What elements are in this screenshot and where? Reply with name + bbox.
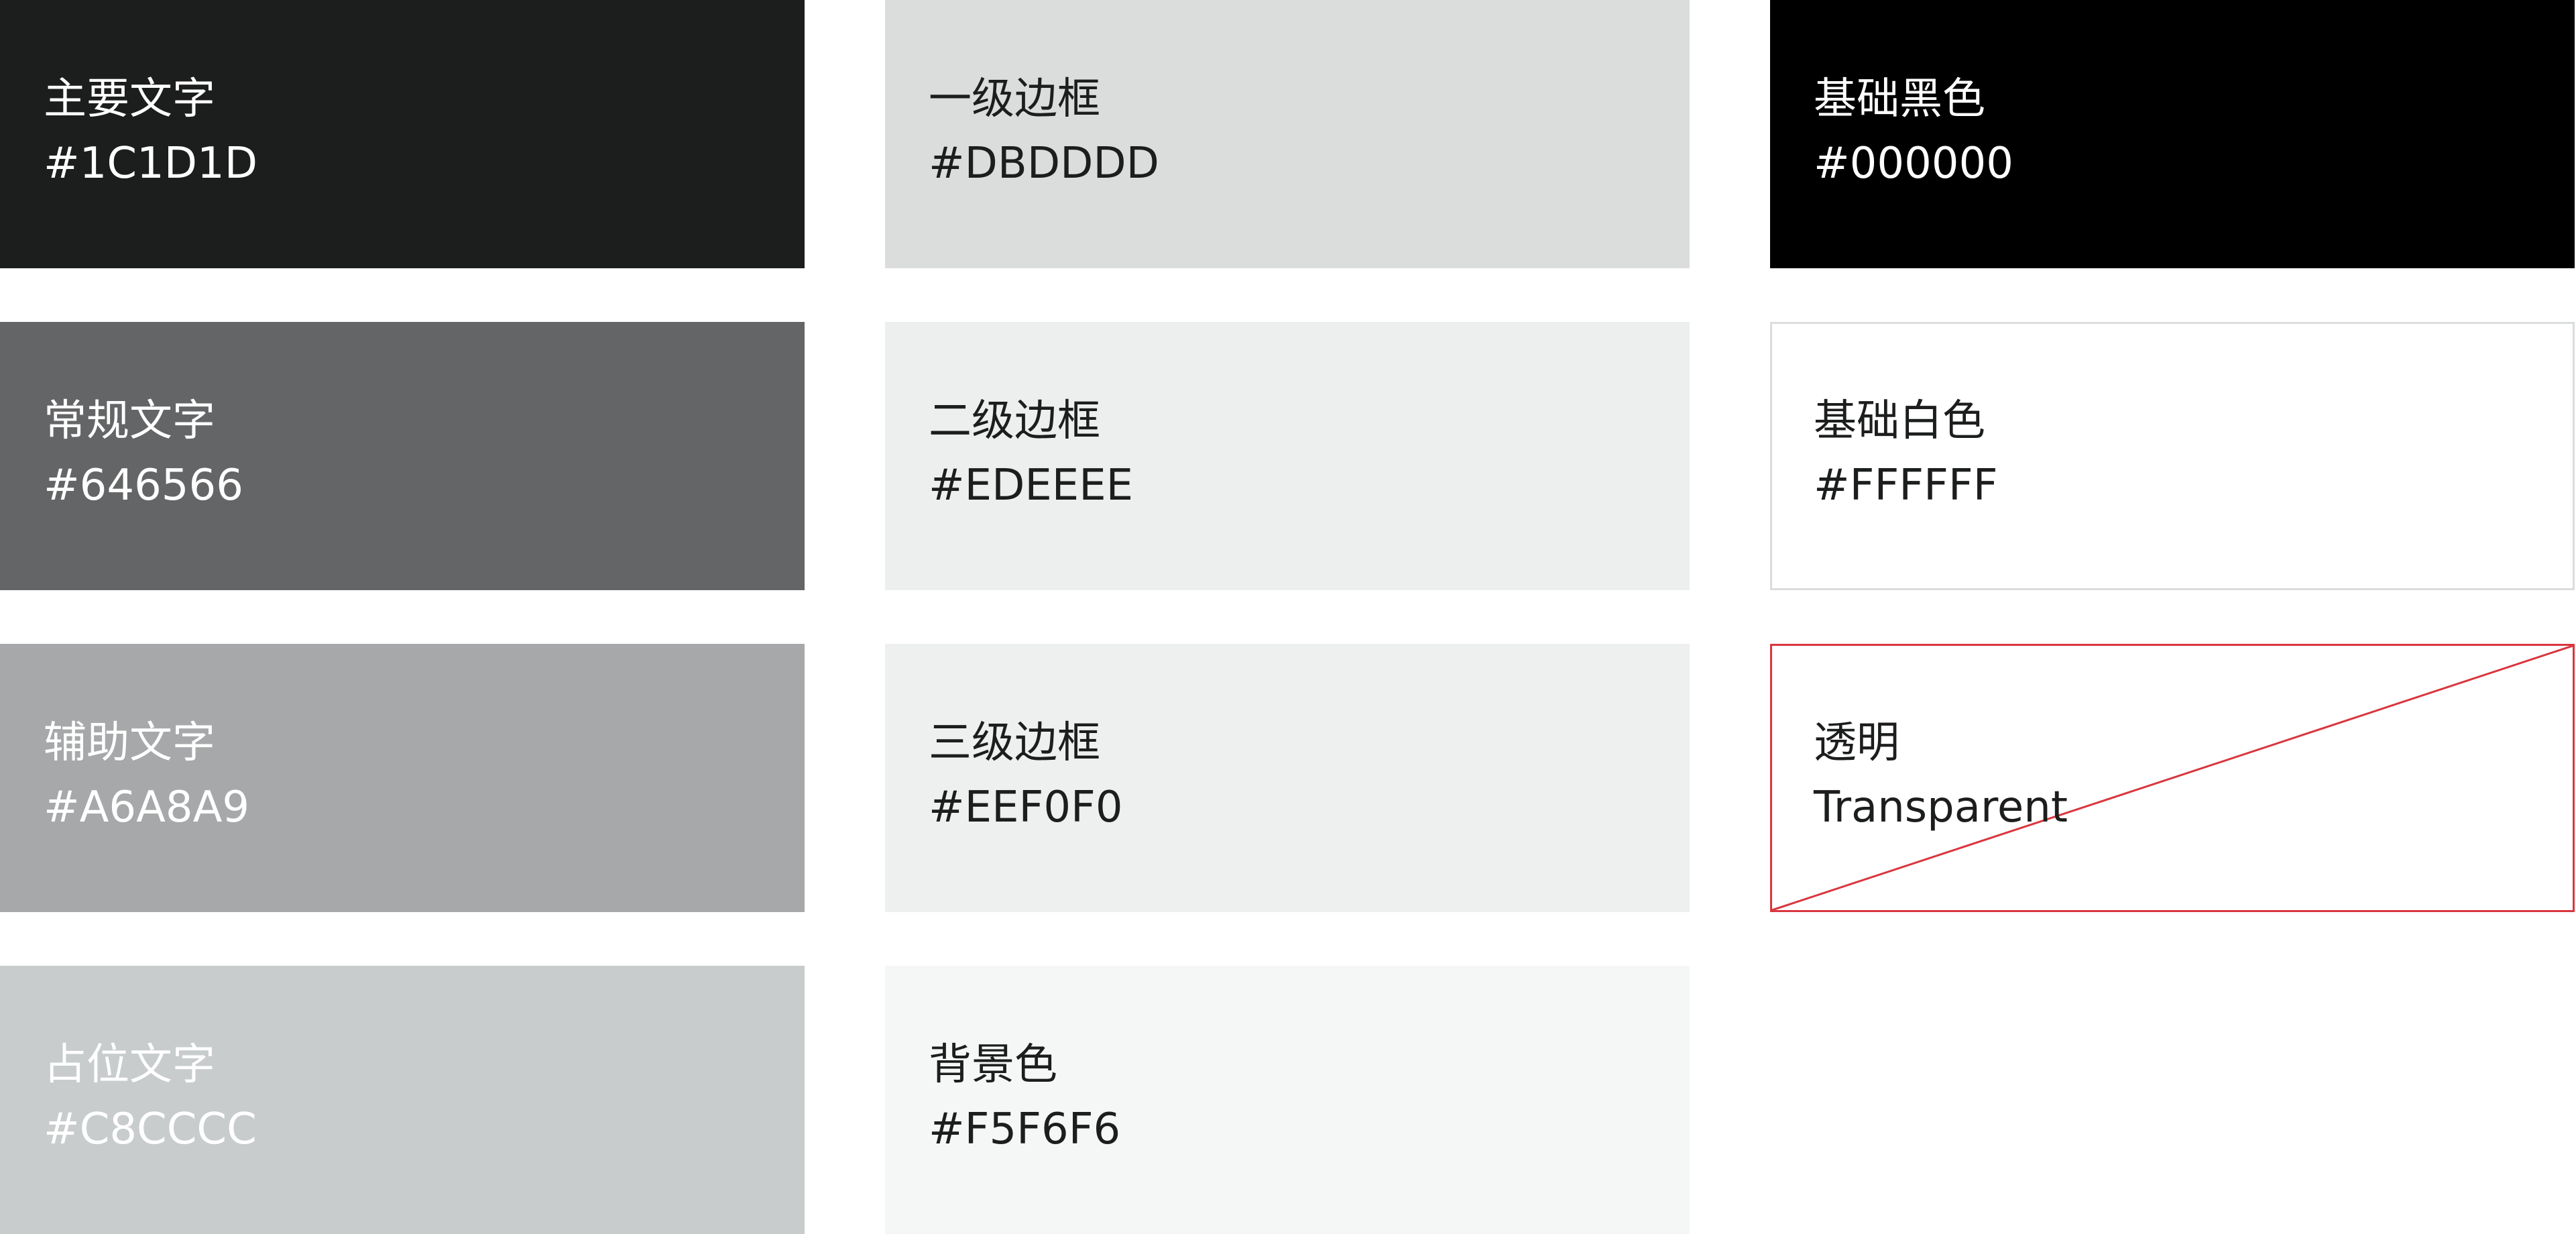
swatch-base-white: 基础白色 #FFFFFF	[1770, 322, 2575, 590]
swatch-name: 三级边框	[929, 718, 1100, 768]
swatch-border-level-1: 一级边框 #DBDDDD	[885, 0, 1690, 268]
swatch-primary-text: 主要文字 #1C1D1D	[0, 0, 805, 268]
swatch-label: 主要文字 #1C1D1D	[44, 67, 257, 196]
swatch-label: 背景色 #F5F6F6	[929, 1033, 1120, 1162]
swatch-code: Transparent	[1814, 783, 2068, 832]
swatch-code: #EDEEEE	[929, 461, 1134, 510]
swatch-label: 三级边框 #EEF0F0	[929, 711, 1123, 840]
swatch-background: 背景色 #F5F6F6	[885, 966, 1690, 1234]
swatch-label: 透明 Transparent	[1814, 711, 2068, 840]
swatch-border-level-2: 二级边框 #EDEEEE	[885, 322, 1690, 590]
swatch-code: #646566	[44, 461, 243, 510]
swatch-name: 背景色	[929, 1040, 1057, 1090]
swatch-label: 基础白色 #FFFFFF	[1814, 389, 1998, 518]
swatch-label: 二级边框 #EDEEEE	[929, 389, 1133, 518]
swatch-regular-text: 常规文字 #646566	[0, 322, 805, 590]
swatch-label: 辅助文字 #A6A8A9	[44, 711, 249, 840]
swatch-label: 常规文字 #646566	[44, 389, 243, 518]
swatch-name: 主要文字	[44, 74, 215, 124]
swatch-name: 二级边框	[929, 396, 1100, 446]
swatch-name: 基础白色	[1814, 396, 1985, 446]
swatch-base-black: 基础黑色 #000000	[1770, 0, 2575, 268]
swatch-name: 常规文字	[44, 396, 215, 446]
swatch-secondary-text: 辅助文字 #A6A8A9	[0, 644, 805, 912]
swatch-name: 辅助文字	[44, 718, 215, 768]
swatch-label: 占位文字 #C8CCCC	[44, 1033, 257, 1162]
swatch-code: #000000	[1814, 139, 2013, 188]
swatch-transparent: 透明 Transparent	[1770, 644, 2575, 912]
swatch-name: 占位文字	[44, 1040, 215, 1090]
swatch-name: 透明	[1814, 718, 1899, 768]
swatch-code: #EEF0F0	[929, 783, 1123, 832]
swatch-code: #1C1D1D	[44, 139, 258, 188]
swatch-name: 一级边框	[929, 74, 1100, 124]
swatch-code: #FFFFFF	[1814, 461, 1998, 510]
swatch-label: 基础黑色 #000000	[1814, 67, 2013, 196]
swatch-code: #A6A8A9	[44, 783, 250, 832]
swatch-name: 基础黑色	[1814, 74, 1985, 124]
swatch-code: #DBDDDD	[929, 139, 1159, 188]
swatch-label: 一级边框 #DBDDDD	[929, 67, 1159, 196]
swatch-code: #C8CCCC	[44, 1105, 257, 1154]
swatch-code: #F5F6F6	[929, 1105, 1121, 1154]
swatch-placeholder-text: 占位文字 #C8CCCC	[0, 966, 805, 1234]
swatch-border-level-3: 三级边框 #EEF0F0	[885, 644, 1690, 912]
